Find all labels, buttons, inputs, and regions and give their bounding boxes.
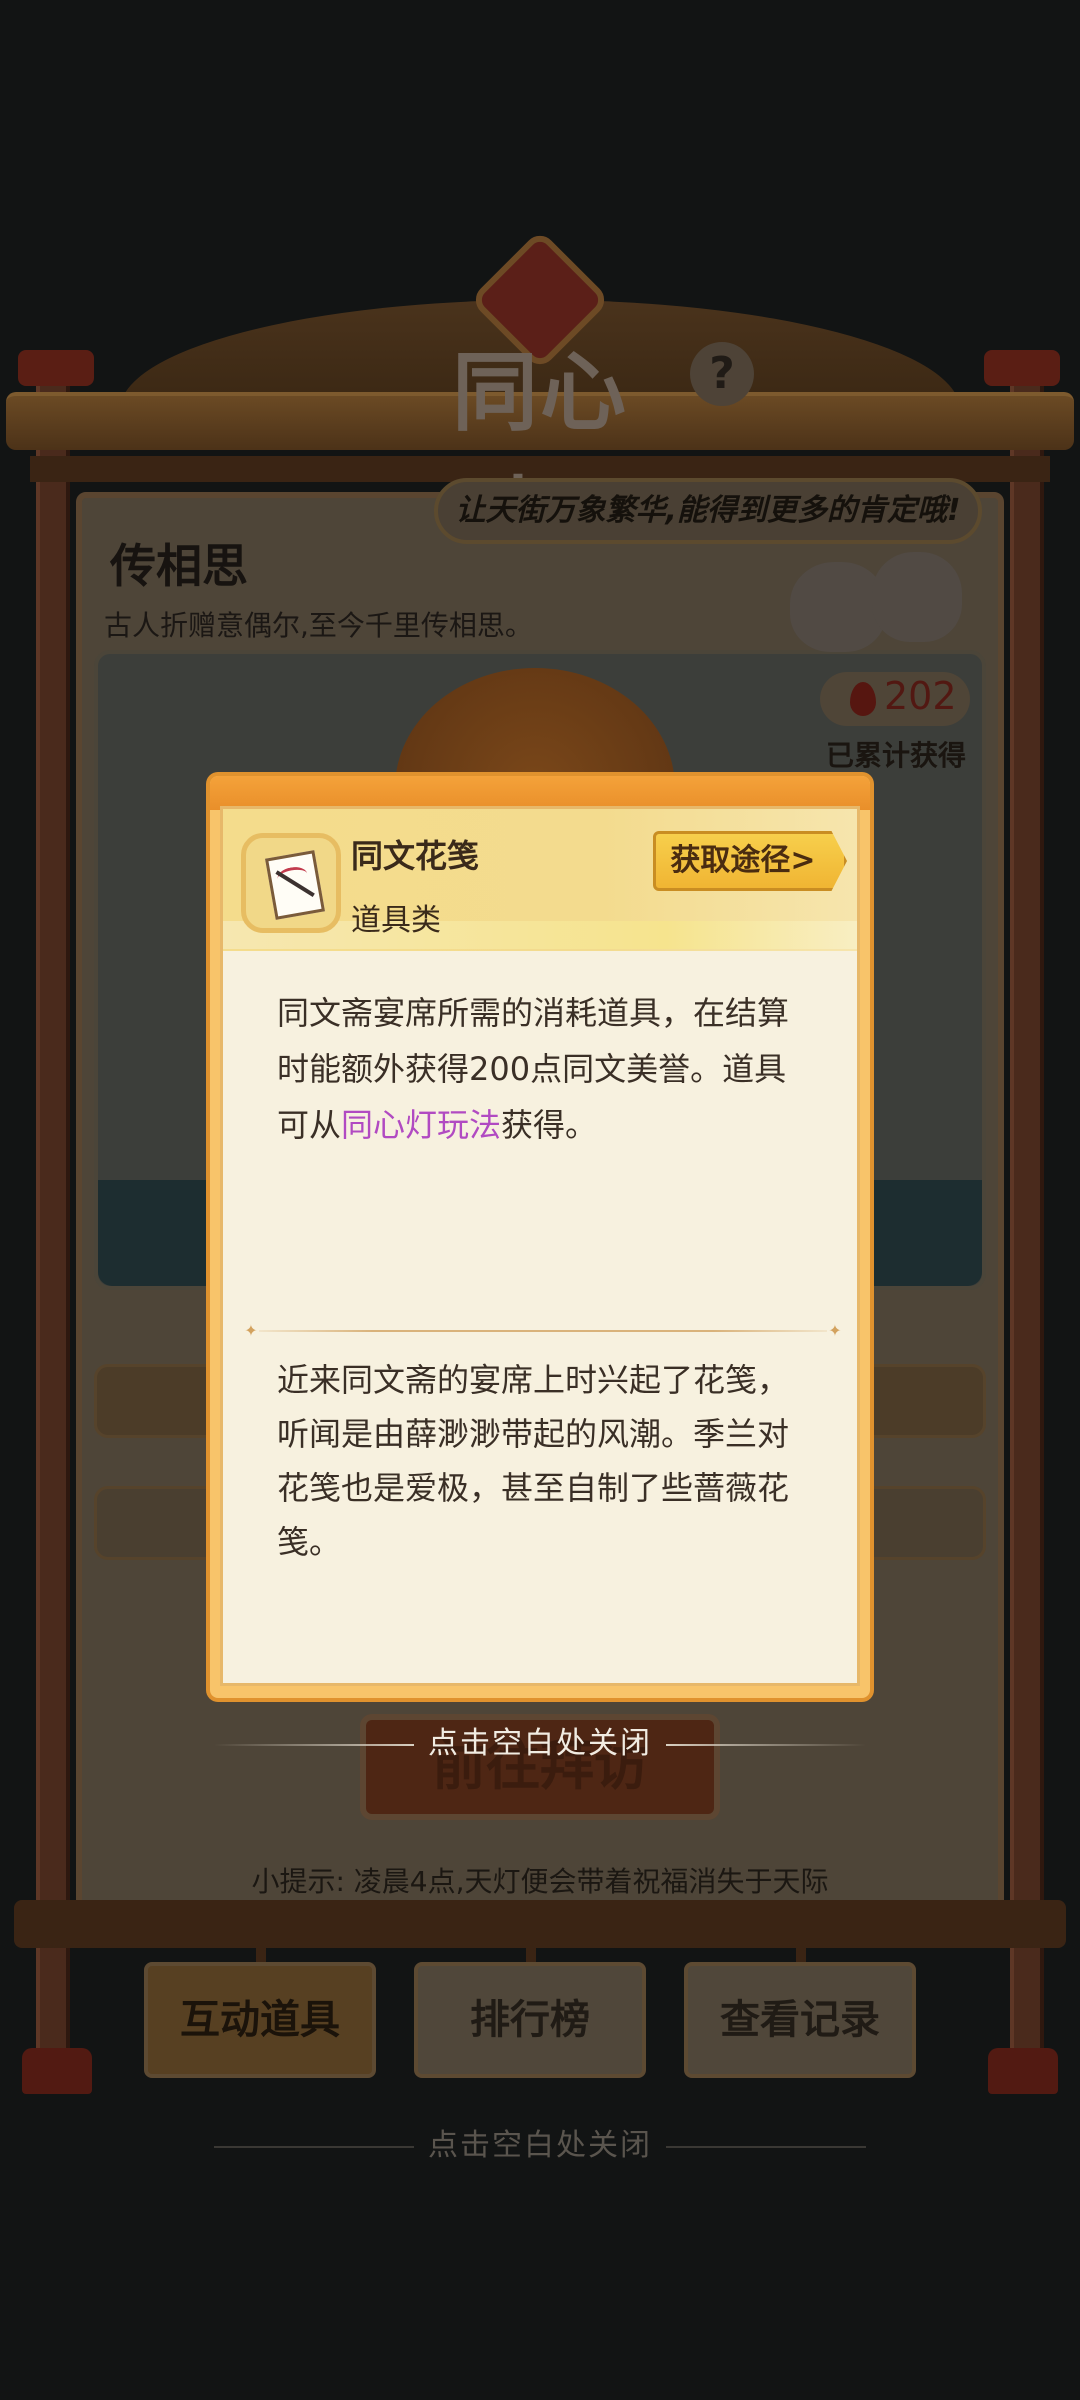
tip-text: 小提示: 凌晨4点,天灯便会带着祝福消失于天际 [251,1865,829,1898]
modal-close-hint[interactable]: 点击空白处关闭 [0,1718,1080,1762]
background-close-hint-label: 点击空白处关闭 [428,2128,652,2163]
item-name: 同文花笺 [351,837,480,875]
section-title: 传相思 [110,539,248,593]
encouragement-banner: 让天街万象繁华,能得到更多的肯定哦! [434,478,982,544]
modal-header: 同文花笺 道具类 获取途径> [223,809,857,951]
post-foot-right [988,2048,1058,2094]
background-close-hint[interactable]: 点击空白处关闭 [0,2120,1080,2164]
section-divider: ✦ ✦ [244,1321,842,1340]
section-subtitle: 古人折赠意偶尔,至今千里传相思。 [104,609,533,642]
frame-post-right [1010,360,1044,2080]
question-icon[interactable]: ? [690,342,754,406]
modal-top-bar [210,776,870,810]
post-cap-left [18,350,94,386]
gameplay-link[interactable]: 同心灯玩法 [341,1106,501,1144]
item-description: 同文斋宴席所需的消耗道具，在结算时能额外获得200点同文美誉。道具可从同心灯玩法… [277,985,817,1153]
tab-interactive-items[interactable]: 互动道具 [144,1962,376,2078]
counter-value: 202 [884,674,957,718]
cat-mascots-icon [790,552,990,664]
flower-notepaper-icon [241,833,341,933]
tab-leaderboard[interactable]: 排行榜 [414,1962,646,2078]
item-detail-modal: 同文花笺 道具类 获取途径> 同文斋宴席所需的消耗道具，在结算时能额外获得200… [210,776,870,1698]
bottom-beam [14,1900,1066,1948]
post-cap-right [984,350,1060,386]
modal-body: 同文花笺 道具类 获取途径> 同文斋宴席所需的消耗道具，在结算时能额外获得200… [220,806,860,1686]
frame-post-left [36,360,70,2080]
modal-close-hint-label: 点击空白处关闭 [428,1726,652,1761]
lantern-flame-icon [850,682,876,716]
description-text-end: 获得。 [501,1106,598,1144]
tab-view-records[interactable]: 查看记录 [684,1962,916,2078]
obtain-method-button[interactable]: 获取途径> [653,831,847,891]
item-lore: 近来同文斋的宴席上时兴起了花笺，听闻是由薛渺渺带起的风潮。季兰对花笺也是爱极，甚… [277,1361,790,1561]
post-foot-left [22,2048,92,2094]
item-type: 道具类 [351,903,441,938]
screen[interactable]: 同心灯 ? 让天街万象繁华,能得到更多的肯定哦! 传相思 古人折赠意偶尔,至今千… [0,0,1080,2400]
counter-label: 已累计获得 [826,739,967,772]
